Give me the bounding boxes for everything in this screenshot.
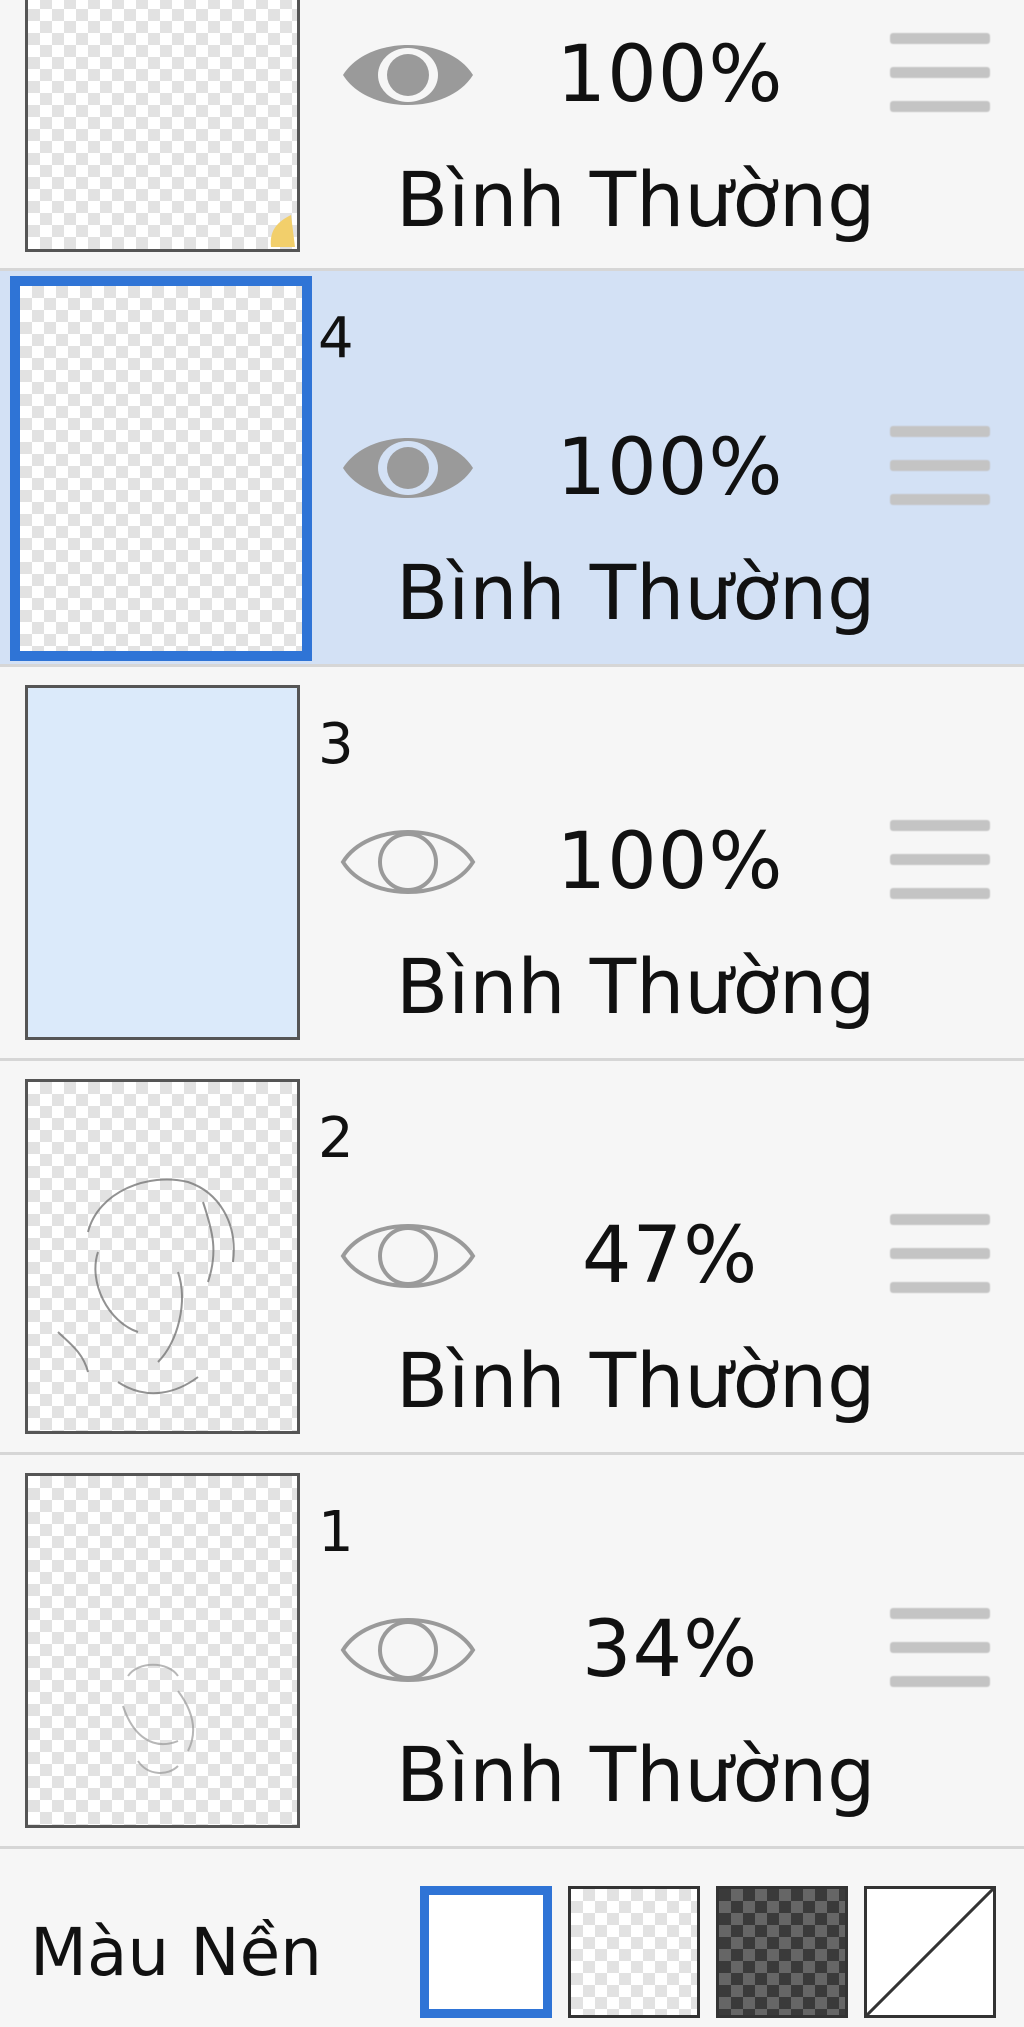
- layer-row-3[interactable]: 3 100% Bình Thường: [0, 667, 1024, 1060]
- layer-row-1[interactable]: 1 34% Bình Thường: [0, 1455, 1024, 1848]
- layer-blend-mode[interactable]: Bình Thường: [396, 1343, 875, 1419]
- layer-blend-mode[interactable]: Bình Thường: [396, 162, 875, 238]
- layer-thumbnail[interactable]: [25, 685, 300, 1040]
- drag-handle-icon[interactable]: [890, 820, 990, 904]
- bg-transparent-dark-swatch[interactable]: [716, 1886, 848, 2018]
- layer-blend-mode[interactable]: Bình Thường: [396, 1737, 875, 1813]
- layer-number: 2: [318, 1106, 354, 1171]
- eye-outline-icon[interactable]: [338, 817, 478, 907]
- layer-row-top[interactable]: 100% Bình Thường: [0, 0, 1024, 270]
- drag-handle-icon[interactable]: [890, 1608, 990, 1692]
- eye-outline-icon[interactable]: [338, 1605, 478, 1695]
- paint-stroke-fragment: [270, 215, 295, 247]
- divider: [0, 1846, 1024, 1849]
- eye-filled-icon[interactable]: [338, 30, 478, 120]
- layer-thumbnail[interactable]: [25, 0, 300, 252]
- layer-opacity[interactable]: 47%: [520, 1217, 820, 1295]
- drag-handle-icon[interactable]: [890, 33, 990, 117]
- layer-opacity[interactable]: 100%: [520, 36, 820, 114]
- bg-transparent-light-swatch[interactable]: [568, 1886, 700, 2018]
- background-color-bar: Màu Nền: [0, 1850, 1024, 2027]
- layer-opacity[interactable]: 100%: [520, 823, 820, 901]
- sketch-lines: [122, 1663, 195, 1774]
- layer-opacity[interactable]: 100%: [520, 429, 820, 507]
- diagonal-line: [867, 1889, 993, 2015]
- drag-handle-icon[interactable]: [890, 1214, 990, 1298]
- background-color-label: Màu Nền: [30, 1914, 323, 1991]
- layer-thumbnail[interactable]: [25, 1473, 300, 1828]
- layer-blend-mode[interactable]: Bình Thường: [396, 555, 875, 631]
- drag-handle-icon[interactable]: [890, 426, 990, 510]
- bg-white-swatch[interactable]: [420, 1886, 552, 2018]
- eye-outline-icon[interactable]: [338, 1211, 478, 1301]
- sketch-lines: [57, 1178, 235, 1395]
- layer-number: 1: [318, 1500, 354, 1565]
- layer-number: 3: [318, 712, 354, 777]
- layer-thumbnail[interactable]: [10, 276, 312, 661]
- layer-number: 4: [318, 306, 354, 371]
- layer-blend-mode[interactable]: Bình Thường: [396, 949, 875, 1025]
- layer-row-4[interactable]: 4 100% Bình Thường: [0, 271, 1024, 666]
- bg-none-swatch[interactable]: [864, 1886, 996, 2018]
- layer-opacity[interactable]: 34%: [520, 1611, 820, 1689]
- layer-row-2[interactable]: 2 47% Bình Thường: [0, 1061, 1024, 1454]
- eye-filled-icon[interactable]: [338, 423, 478, 513]
- layer-thumbnail[interactable]: [25, 1079, 300, 1434]
